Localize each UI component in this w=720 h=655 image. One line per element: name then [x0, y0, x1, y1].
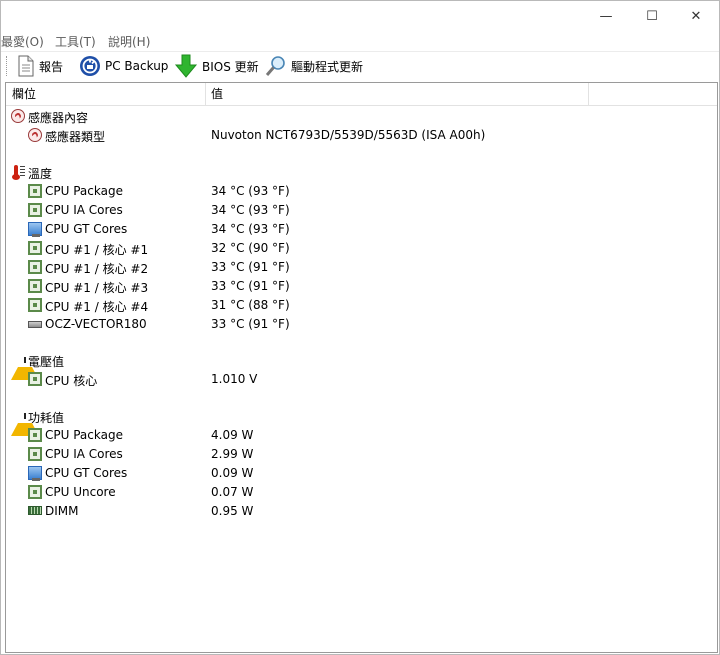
minimize-button[interactable]: — [583, 1, 629, 31]
drive-icon [28, 321, 42, 328]
table-row[interactable]: CPU GT Cores 34 °C (93 °F) [6, 220, 717, 239]
sensor-table[interactable]: 欄位 值 感應器內容 感應器類型 Nuvoton NCT6793D/5539D/… [5, 82, 718, 653]
backup-icon [80, 56, 100, 76]
field-value: 1.010 V [211, 372, 258, 386]
document-icon [18, 55, 34, 77]
table-row[interactable]: CPU Uncore 0.07 W [6, 483, 717, 502]
field-value: 0.07 W [211, 485, 254, 499]
field-label: CPU Package [45, 184, 123, 198]
field-value: 0.95 W [211, 504, 254, 518]
magnifier-icon [265, 56, 285, 76]
table-row[interactable]: CPU #1 / 核心 #3 33 °C (91 °F) [6, 277, 717, 296]
gpu-icon [28, 222, 42, 237]
chip-icon [28, 260, 42, 274]
column-divider[interactable] [588, 83, 589, 105]
table-row[interactable]: DIMM 0.95 W [6, 502, 717, 521]
pc-backup-label: PC Backup [105, 59, 169, 73]
table-row[interactable]: CPU #1 / 核心 #1 32 °C (90 °F) [6, 239, 717, 258]
field-value: 34 °C (93 °F) [211, 222, 290, 236]
field-value: 2.99 W [211, 447, 254, 461]
field-value: 31 °C (88 °F) [211, 298, 290, 312]
table-row[interactable]: CPU Package 34 °C (93 °F) [6, 182, 717, 201]
field-label: OCZ-VECTOR180 [45, 317, 147, 331]
menu-tools[interactable]: 工具(T) [55, 33, 96, 50]
chip-icon [28, 279, 42, 293]
section-power[interactable]: 功耗值 [6, 407, 717, 436]
report-label: 報告 [39, 59, 64, 74]
chip-icon [28, 184, 42, 198]
maximize-button[interactable]: ☐ [629, 1, 675, 31]
report-button[interactable]: 報告 [17, 55, 63, 77]
toolbar: 報告 PC Backup BIOS 更新 驅動程式更新 [1, 51, 719, 80]
sensor-icon [11, 109, 25, 123]
field-label: 功耗值 [28, 411, 65, 425]
table-row[interactable]: CPU Package 4.09 W [6, 426, 717, 445]
pc-backup-button[interactable]: PC Backup [79, 55, 168, 77]
field-value: 34 °C (93 °F) [211, 203, 290, 217]
title-bar: — ☐ ✕ [1, 1, 719, 31]
table-row[interactable]: CPU #1 / 核心 #4 31 °C (88 °F) [6, 296, 717, 315]
column-header-value[interactable]: 值 [211, 83, 223, 105]
thermometer-icon [11, 165, 25, 180]
field-value: Nuvoton NCT6793D/5539D/5563D (ISA A00h) [211, 128, 486, 142]
dimm-icon [28, 506, 42, 515]
field-label: CPU #1 / 核心 #4 [45, 300, 149, 314]
field-label: CPU GT Cores [45, 222, 128, 236]
field-value: 0.09 W [211, 466, 254, 480]
toolbar-grip [6, 56, 8, 76]
table-row[interactable]: CPU IA Cores 2.99 W [6, 445, 717, 464]
column-divider[interactable] [205, 83, 206, 105]
field-label: CPU #1 / 核心 #1 [45, 243, 149, 257]
field-value: 34 °C (93 °F) [211, 184, 290, 198]
chip-icon [28, 485, 42, 499]
field-label: CPU IA Cores [45, 447, 123, 461]
bios-update-button[interactable]: BIOS 更新 [174, 54, 259, 78]
field-value: 33 °C (91 °F) [211, 260, 290, 274]
table-row[interactable]: CPU 核心 1.010 V [6, 370, 717, 389]
chip-icon [28, 372, 42, 386]
down-arrow-icon [174, 54, 198, 78]
menu-help[interactable]: 說明(H) [108, 33, 150, 50]
section-sensor-properties[interactable]: 感應器內容 [6, 107, 717, 126]
field-label: DIMM [45, 504, 79, 518]
chip-icon [28, 298, 42, 312]
gpu-icon [28, 466, 42, 481]
menu-bar: 最愛(O) 工具(T) 說明(H) [1, 31, 719, 51]
table-row[interactable]: OCZ-VECTOR180 33 °C (91 °F) [6, 315, 717, 334]
table-row[interactable]: 感應器類型 Nuvoton NCT6793D/5539D/5563D (ISA … [6, 126, 717, 145]
field-label: CPU Package [45, 428, 123, 442]
bios-update-label: BIOS 更新 [202, 59, 259, 74]
field-label: CPU 核心 [45, 374, 98, 388]
field-label: 感應器類型 [45, 130, 106, 144]
field-label: CPU #1 / 核心 #2 [45, 262, 149, 276]
chip-icon [28, 203, 42, 217]
field-label: 感應器內容 [28, 111, 89, 125]
field-value: 4.09 W [211, 428, 254, 442]
table-row[interactable]: CPU IA Cores 34 °C (93 °F) [6, 201, 717, 220]
field-value: 33 °C (91 °F) [211, 279, 290, 293]
app-window: — ☐ ✕ 最愛(O) 工具(T) 說明(H) 報告 PC Backup BIO… [0, 0, 720, 655]
field-value: 33 °C (91 °F) [211, 317, 290, 331]
field-label: CPU Uncore [45, 485, 116, 499]
field-label: 溫度 [28, 167, 53, 181]
section-temperature[interactable]: 溫度 [6, 163, 717, 182]
close-button[interactable]: ✕ [673, 1, 719, 31]
driver-update-button[interactable]: 驅動程式更新 [265, 55, 363, 77]
column-header-field[interactable]: 欄位 [12, 83, 36, 105]
field-label: 電壓值 [28, 355, 65, 369]
chip-icon [28, 447, 42, 461]
field-value: 32 °C (90 °F) [211, 241, 290, 255]
field-label: CPU GT Cores [45, 466, 128, 480]
table-header: 欄位 值 [6, 83, 717, 106]
chip-icon [28, 428, 42, 442]
menu-favorites[interactable]: 最愛(O) [1, 33, 44, 50]
chip-icon [28, 241, 42, 255]
field-label: CPU #1 / 核心 #3 [45, 281, 149, 295]
driver-update-label: 驅動程式更新 [291, 59, 364, 74]
section-voltage[interactable]: 電壓值 [6, 351, 717, 380]
field-label: CPU IA Cores [45, 203, 123, 217]
sensor-icon [28, 128, 42, 142]
table-row[interactable]: CPU GT Cores 0.09 W [6, 464, 717, 483]
table-row[interactable]: CPU #1 / 核心 #2 33 °C (91 °F) [6, 258, 717, 277]
